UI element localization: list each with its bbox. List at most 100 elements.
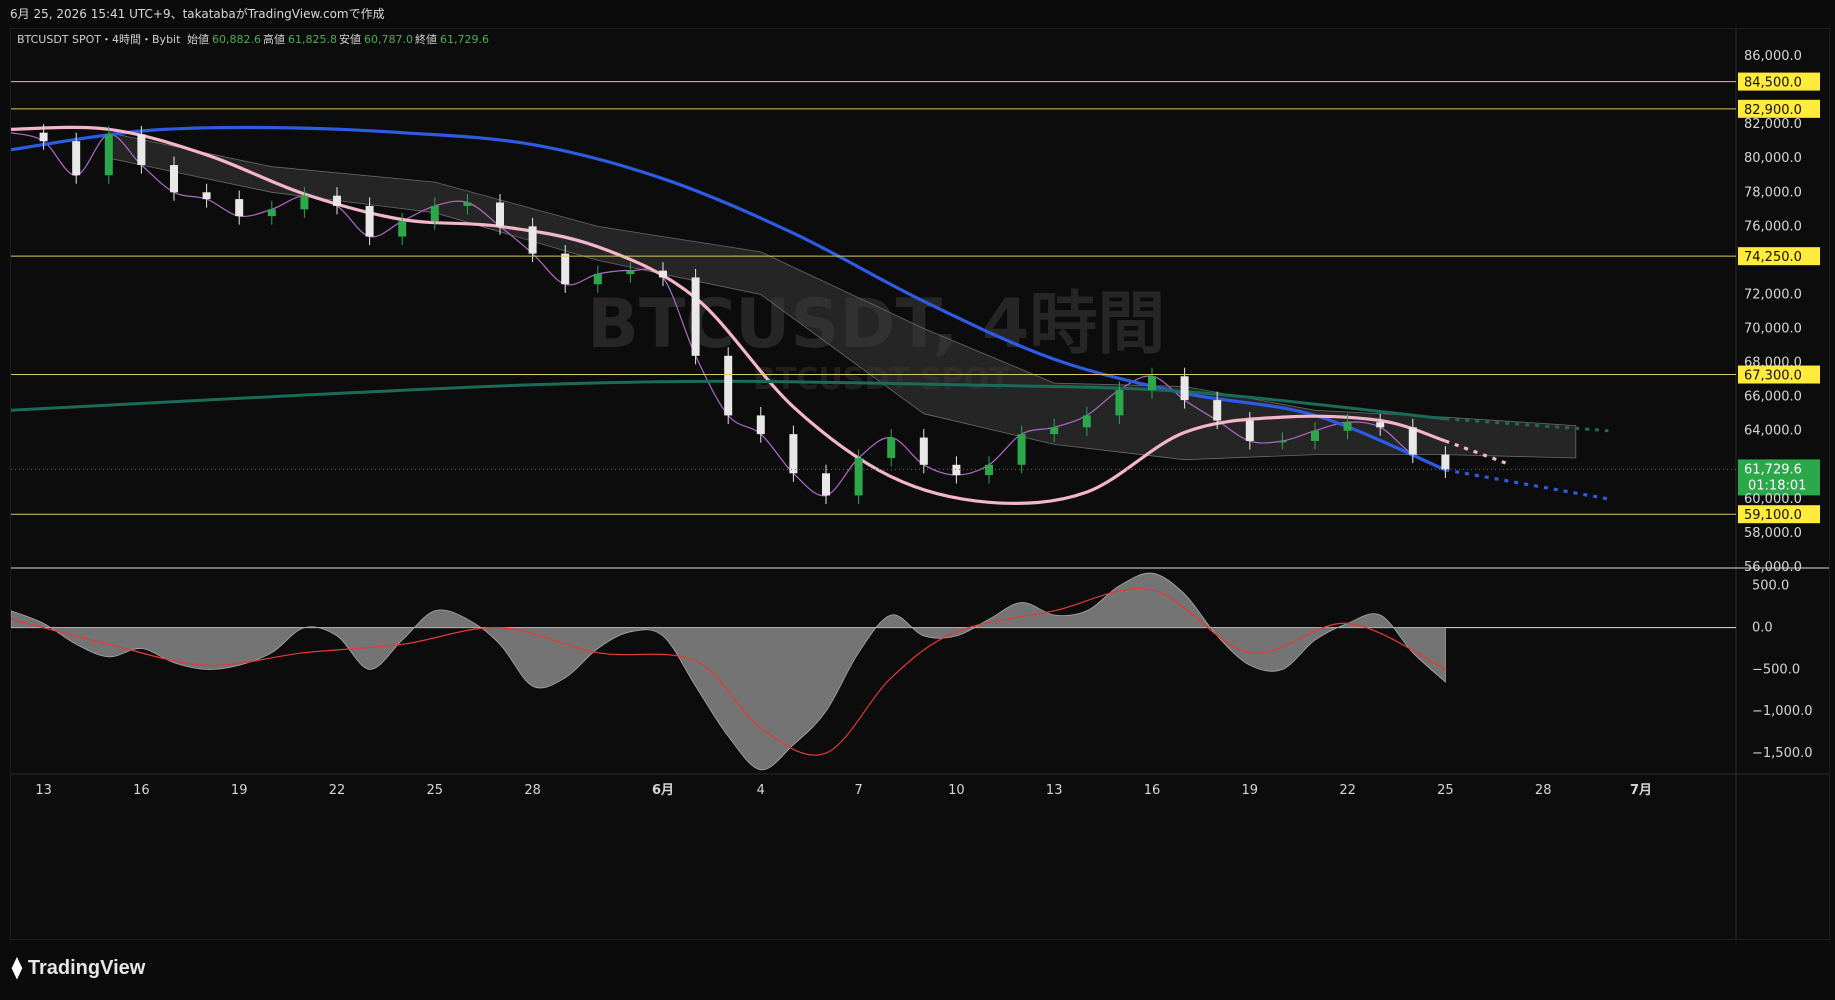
candle-body xyxy=(561,253,570,285)
chart-svg[interactable]: BTCUSDT, 4時間 BTCUSDT SPOT BTCUSDT SPOT・4… xyxy=(10,29,1829,939)
price-tick-label: 56,000.0 xyxy=(1744,560,1802,575)
time-tick-label: 19 xyxy=(231,783,248,798)
plot-background xyxy=(11,29,1736,939)
snapshot-caption: 6月 25, 2026 15:41 UTC+9、takatabaがTrading… xyxy=(10,7,385,21)
candle-body xyxy=(822,473,830,496)
header-bar: 6月 25, 2026 15:41 UTC+9、takatabaがTrading… xyxy=(0,0,1835,28)
candle-body xyxy=(789,434,798,474)
candle-body xyxy=(919,437,928,465)
candle-body xyxy=(985,464,993,476)
time-tick-label: 16 xyxy=(1144,783,1161,798)
time-tick-label: 7月 xyxy=(1630,783,1652,798)
time-tick-label: 28 xyxy=(1535,783,1552,798)
legend-close-label: 終値 xyxy=(415,32,437,46)
time-tick-label: 22 xyxy=(1339,783,1356,798)
time-tick-label: 25 xyxy=(1437,783,1454,798)
price-tick-label: 68,000.0 xyxy=(1744,356,1802,371)
legend-low-value: 60,787.0 xyxy=(364,33,413,46)
candle-body xyxy=(952,464,961,476)
candle-body xyxy=(365,205,374,237)
candle-body xyxy=(1213,400,1222,421)
osc-tick-label: −1,500.0 xyxy=(1752,746,1813,761)
candle-body xyxy=(1148,376,1156,390)
candle-body xyxy=(430,205,439,222)
price-tick-label: 66,000.0 xyxy=(1744,390,1802,405)
candle-body xyxy=(267,209,276,217)
candle-body xyxy=(496,202,504,227)
candle-body xyxy=(39,132,48,142)
last-price-label: 61,729.6 xyxy=(1744,462,1802,477)
price-tick-label: 70,000.0 xyxy=(1744,322,1802,337)
tradingview-logo-icon: ⧫ xyxy=(12,957,22,979)
footer xyxy=(0,940,1835,1000)
legend-open-label: 始値 xyxy=(187,32,209,46)
price-tick-label: 60,000.0 xyxy=(1744,492,1802,507)
legend-open-value: 60,882.6 xyxy=(212,33,261,46)
chart-panel[interactable]: BTCUSDT, 4時間 BTCUSDT SPOT BTCUSDT SPOT・4… xyxy=(10,28,1830,940)
candle-body xyxy=(756,415,765,435)
candle-body xyxy=(235,199,244,217)
candle-body xyxy=(528,226,537,254)
price-tick-label: 76,000.0 xyxy=(1744,219,1802,234)
candle-body xyxy=(1115,389,1124,416)
candle-body xyxy=(626,270,635,275)
price-tick-label: 82,000.0 xyxy=(1744,117,1802,132)
chart-screenshot: 6月 25, 2026 15:41 UTC+9、takatabaがTrading… xyxy=(0,0,1835,1000)
candle-body xyxy=(854,457,863,496)
candle-body xyxy=(170,165,178,193)
price-tick-label: 86,000.0 xyxy=(1744,49,1802,64)
osc-tick-label: −500.0 xyxy=(1752,662,1800,677)
level-tag-label: 67,300.0 xyxy=(1744,369,1802,384)
level-tag-label: 59,100.0 xyxy=(1744,508,1802,523)
candle-body xyxy=(1017,434,1026,465)
brand-logo[interactable]: ⧫ TradingView xyxy=(12,955,145,980)
level-tag-label: 74,250.0 xyxy=(1744,250,1802,265)
time-tick-label: 28 xyxy=(524,783,541,798)
time-tick-label: 22 xyxy=(329,783,346,798)
time-tick-label: 13 xyxy=(35,783,52,798)
brand-name: TradingView xyxy=(27,957,146,979)
price-tick-label: 72,000.0 xyxy=(1744,287,1802,302)
time-tick-label: 6月 xyxy=(652,783,674,798)
time-tick-label: 13 xyxy=(1046,783,1063,798)
level-tag-label: 84,500.0 xyxy=(1744,76,1802,91)
candle-body xyxy=(72,141,81,176)
candle-body xyxy=(104,134,113,176)
time-tick-label: 10 xyxy=(948,783,965,798)
candle-body xyxy=(1408,427,1417,455)
candle-body xyxy=(300,195,309,210)
candle-body xyxy=(1376,422,1385,428)
candle-body xyxy=(1180,376,1189,401)
candle-body xyxy=(333,195,341,206)
price-tick-label: 58,000.0 xyxy=(1744,526,1802,541)
osc-tick-label: −1,000.0 xyxy=(1752,704,1813,719)
legend-close-value: 61,729.6 xyxy=(440,33,489,46)
osc-tick-label: 500.0 xyxy=(1752,579,1789,594)
candle-body xyxy=(593,274,602,285)
level-tag-label: 82,900.0 xyxy=(1744,103,1802,118)
candle-body xyxy=(659,270,667,278)
candle-body xyxy=(463,202,472,206)
legend-low-label: 安値 xyxy=(339,32,361,46)
candle-body xyxy=(137,134,146,166)
time-tick-label: 4 xyxy=(757,783,765,798)
time-tick-label: 7 xyxy=(854,783,862,798)
candle-body xyxy=(1245,420,1254,441)
candle-body xyxy=(1311,430,1319,441)
time-tick-label: 25 xyxy=(427,783,444,798)
candle-body xyxy=(887,437,896,458)
candle-body xyxy=(1343,422,1352,431)
candle-body xyxy=(1050,427,1059,435)
candle-body xyxy=(1278,440,1287,443)
candle-body xyxy=(398,221,407,237)
price-tick-label: 80,000.0 xyxy=(1744,151,1802,166)
time-tick-label: 19 xyxy=(1242,783,1259,798)
ohlc-legend: BTCUSDT SPOT・4時間・Bybit 始値 60,882.6 高値 61… xyxy=(17,32,489,46)
osc-tick-label: 0.0 xyxy=(1752,621,1773,636)
legend-high-label: 高値 xyxy=(263,32,285,46)
price-tick-label: 64,000.0 xyxy=(1744,424,1802,439)
candle-body xyxy=(691,277,700,356)
candle-body xyxy=(202,192,211,200)
candle-body xyxy=(1082,415,1091,428)
candle-body xyxy=(724,355,733,416)
